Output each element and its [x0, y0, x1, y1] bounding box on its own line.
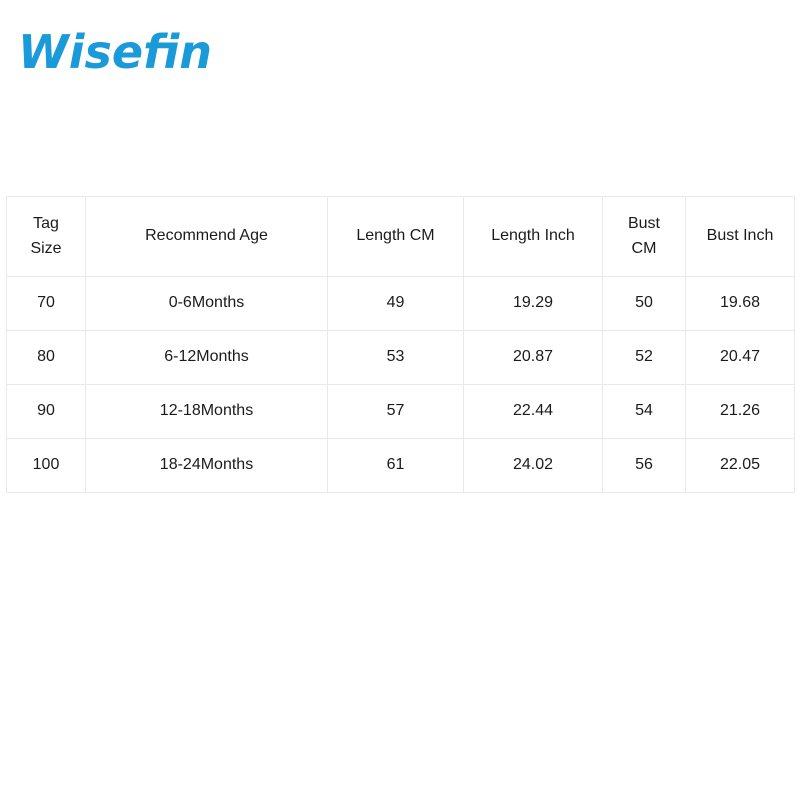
- column-header-bust-inch: Bust Inch: [685, 196, 795, 277]
- table-row: 90 12-18Months 57 22.44 54 21.26: [6, 384, 795, 439]
- cell-bust-inch: 19.68: [685, 276, 795, 331]
- column-header-length-cm-line-1: Length CM: [356, 227, 435, 245]
- column-header-tag-size: Tag Size: [6, 196, 86, 277]
- column-header-bust-cm-line-2: CM: [631, 239, 657, 257]
- column-header-recommend-age-line-1: Recommend Age: [145, 227, 268, 245]
- column-header-tag-size-line-1: Tag: [33, 214, 59, 232]
- column-header-tag-size-line-2: Size: [30, 239, 62, 257]
- cell-tag-size: 90: [6, 384, 86, 439]
- column-header-length-inch: Length Inch: [463, 196, 603, 277]
- table-row: 70 0-6Months 49 19.29 50 19.68: [6, 276, 795, 331]
- brand-wordmark-icon: Wisefin: [18, 25, 212, 79]
- cell-bust-inch: 20.47: [685, 330, 795, 385]
- cell-bust-cm: 50: [602, 276, 686, 331]
- table-row: 100 18-24Months 61 24.02 56 22.05: [6, 438, 795, 493]
- cell-bust-cm: 56: [602, 438, 686, 493]
- cell-length-cm: 49: [327, 276, 464, 331]
- cell-length-inch: 19.29: [463, 276, 603, 331]
- column-header-recommend-age: Recommend Age: [85, 196, 328, 277]
- column-header-length-inch-line-1: Length Inch: [491, 227, 575, 245]
- brand-name-text: Wisefin: [18, 25, 212, 79]
- cell-bust-inch: 21.26: [685, 384, 795, 439]
- cell-tag-size: 70: [6, 276, 86, 331]
- cell-length-cm: 57: [327, 384, 464, 439]
- table-header-row: Tag Size Recommend Age Length CM Length …: [6, 196, 795, 277]
- cell-length-inch: 24.02: [463, 438, 603, 493]
- cell-recommend-age: 6-12Months: [85, 330, 328, 385]
- cell-recommend-age: 18-24Months: [85, 438, 328, 493]
- cell-length-inch: 20.87: [463, 330, 603, 385]
- column-header-bust-cm-line-1: Bust: [627, 214, 660, 232]
- column-header-bust-cm: Bust CM: [602, 196, 686, 277]
- brand-logo: Wisefin: [16, 20, 246, 82]
- table-header: Tag Size Recommend Age Length CM Length …: [6, 196, 795, 277]
- cell-length-inch: 22.44: [463, 384, 603, 439]
- cell-bust-cm: 52: [602, 330, 686, 385]
- cell-recommend-age: 0-6Months: [85, 276, 328, 331]
- column-header-bust-inch-line-1: Bust Inch: [706, 227, 774, 245]
- size-chart-table: Tag Size Recommend Age Length CM Length …: [6, 196, 795, 493]
- cell-recommend-age: 12-18Months: [85, 384, 328, 439]
- column-header-length-cm: Length CM: [327, 196, 464, 277]
- cell-bust-cm: 54: [602, 384, 686, 439]
- cell-length-cm: 61: [327, 438, 464, 493]
- cell-tag-size: 100: [6, 438, 86, 493]
- size-chart: Tag Size Recommend Age Length CM Length …: [6, 196, 795, 493]
- table-row: 80 6-12Months 53 20.87 52 20.47: [6, 330, 795, 385]
- cell-length-cm: 53: [327, 330, 464, 385]
- cell-tag-size: 80: [6, 330, 86, 385]
- cell-bust-inch: 22.05: [685, 438, 795, 493]
- table-body: 70 0-6Months 49 19.29 50 19.68 80 6-12Mo…: [6, 276, 795, 493]
